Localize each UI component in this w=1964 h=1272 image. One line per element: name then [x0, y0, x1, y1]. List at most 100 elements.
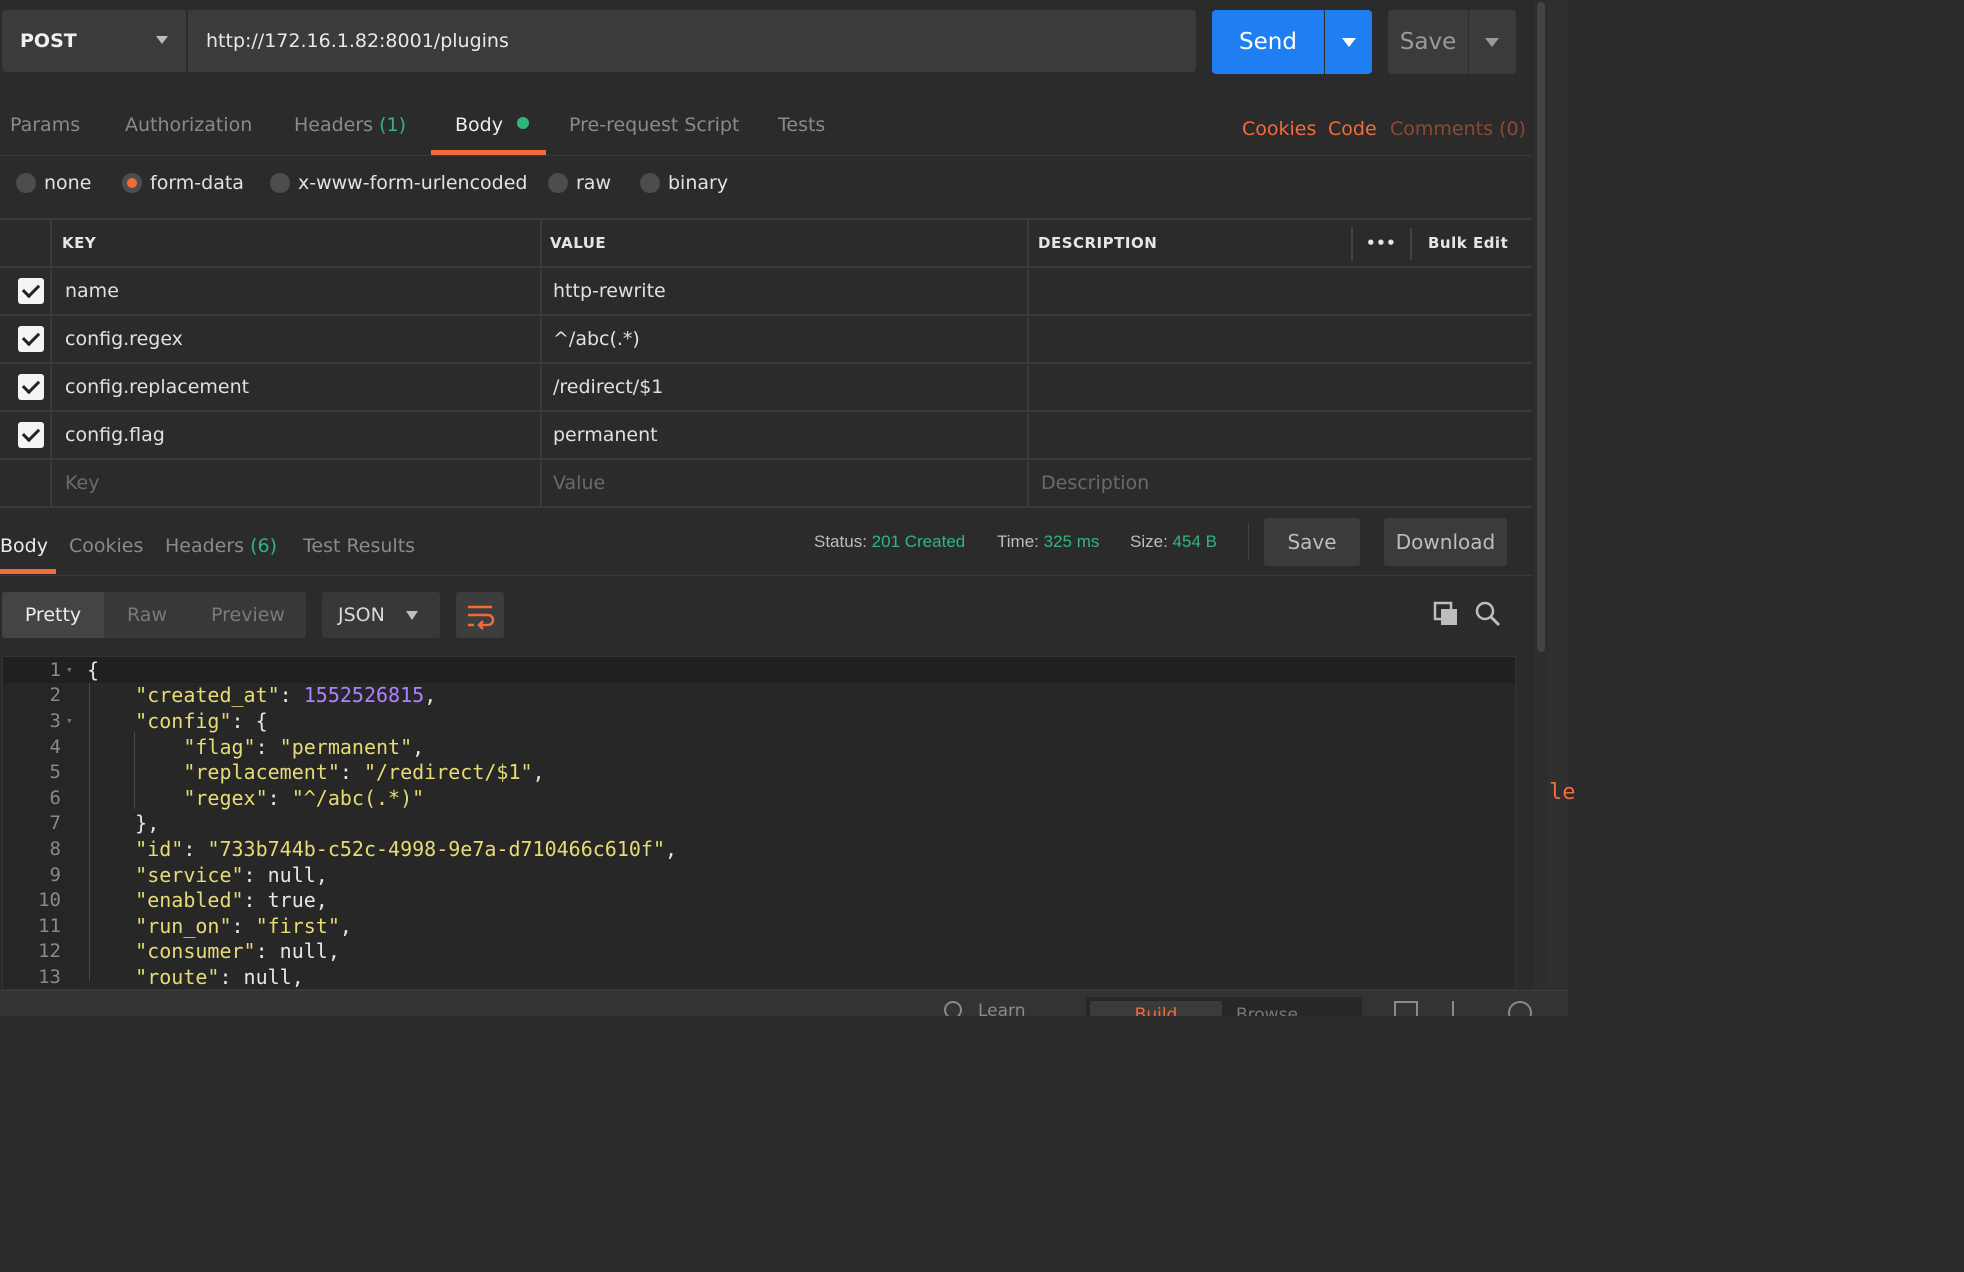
radio-circle — [16, 173, 36, 193]
send-button[interactable]: Send — [1212, 10, 1324, 74]
status-value: 201 Created — [871, 532, 966, 551]
row-checkbox[interactable] — [18, 326, 44, 352]
response-tab-body[interactable]: Body — [0, 535, 48, 557]
row-checkbox[interactable] — [18, 278, 44, 304]
build-browse-toggle: Build Browse — [1086, 997, 1362, 1016]
code-text: "enabled": true, — [135, 888, 328, 913]
value-cell[interactable]: /redirect/$1 — [553, 364, 663, 410]
value-cell[interactable]: permanent — [553, 412, 658, 458]
copy-button[interactable] — [1432, 600, 1460, 628]
chevron-down-icon — [1485, 38, 1499, 47]
line-number: 8 — [49, 837, 61, 860]
code-text: }, — [87, 811, 160, 836]
comments-link[interactable]: Comments (0) — [1390, 118, 1526, 140]
radio-circle — [548, 173, 568, 193]
key-cell[interactable]: config.replacement — [65, 364, 249, 410]
radio-form-data[interactable]: form-data — [122, 172, 244, 194]
wrap-lines-icon — [468, 605, 495, 630]
search-button[interactable] — [1474, 600, 1502, 628]
download-button[interactable]: Download — [1384, 518, 1507, 566]
layout-icon[interactable] — [1394, 1001, 1418, 1016]
save-request-button[interactable]: Save — [1388, 10, 1468, 74]
line-number: 1 — [49, 658, 61, 681]
tab-label: Body — [455, 114, 503, 136]
tab-label: Test Results — [303, 535, 416, 557]
save-response-button[interactable]: Save — [1264, 518, 1360, 566]
response-body-editor[interactable]: 1 ▾{2 "created_at": 1552526815, 3 ▾ "config… — [2, 656, 1516, 990]
build-mode-button[interactable]: Build — [1090, 1001, 1222, 1016]
fold-toggle-icon[interactable]: ▾ — [61, 714, 81, 727]
save-dropdown-button[interactable] — [1469, 10, 1516, 74]
description-column-header: DESCRIPTION — [1038, 234, 1158, 252]
response-tab-headers[interactable]: Headers (6) — [165, 535, 277, 557]
fold-toggle-icon[interactable]: ▾ — [61, 663, 81, 676]
radio-binary[interactable]: binary — [640, 172, 728, 194]
console-icon[interactable] — [1452, 1001, 1474, 1016]
new-key-input[interactable]: Key — [65, 460, 99, 506]
code-line: 8 "id": "733b744b-c52c-4998-9e7a-d710466… — [3, 836, 1515, 862]
table-row: name http-rewrite — [0, 268, 1532, 316]
tab-body[interactable]: Body — [455, 114, 530, 136]
value-cell[interactable]: http-rewrite — [553, 268, 666, 314]
new-value-input[interactable]: Value — [553, 460, 605, 506]
tab-pre-request-script[interactable]: Pre-request Script — [569, 114, 739, 136]
code-text: "replacement": "/redirect/$1", — [183, 760, 545, 785]
radio-label: form-data — [150, 172, 244, 194]
code-line: 12 "consumer": null, — [3, 939, 1515, 965]
url-input[interactable]: http://172.16.1.82:8001/plugins — [188, 10, 1196, 72]
learn-link[interactable]: Learn — [944, 1001, 1026, 1016]
code-link[interactable]: Code — [1328, 118, 1377, 140]
row-checkbox[interactable] — [18, 422, 44, 448]
help-icon[interactable] — [1508, 1001, 1532, 1016]
send-label: Send — [1239, 29, 1297, 55]
divider — [1248, 524, 1249, 560]
response-tab-test-results[interactable]: Test Results — [303, 535, 415, 557]
status-label: Status: — [814, 532, 867, 551]
radio-none[interactable]: none — [16, 172, 91, 194]
radio-label: x-www-form-urlencoded — [298, 172, 528, 194]
code-line: 6 "regex": "^/abc(.*)" — [3, 785, 1515, 811]
time-indicator: Time: 325 ms — [997, 532, 1099, 552]
send-dropdown-button[interactable] — [1325, 10, 1372, 74]
code-line: 9 "service": null, — [3, 862, 1515, 888]
line-number: 11 — [38, 914, 61, 937]
main-scrollbar[interactable] — [1534, 0, 1548, 990]
response-bar: Body Cookies Headers (6) Test Results St… — [0, 510, 1532, 576]
scroll-thumb[interactable] — [1537, 2, 1545, 652]
format-select[interactable]: JSON — [322, 592, 440, 638]
tab-headers[interactable]: Headers (1) — [294, 114, 406, 136]
browse-mode-button[interactable]: Browse — [1236, 1005, 1298, 1016]
size-value: 454 B — [1172, 532, 1217, 551]
radio-raw[interactable]: raw — [548, 172, 611, 194]
code-text: "regex": "^/abc(.*)" — [183, 785, 425, 810]
code-text: { — [87, 657, 100, 682]
code-text: "service": null, — [135, 862, 328, 887]
tab-params[interactable]: Params — [10, 114, 80, 136]
new-description-input[interactable]: Description — [1041, 460, 1149, 506]
value-cell[interactable]: ^/abc(.*) — [553, 316, 640, 362]
code-line: 3 ▾ "config": { — [3, 708, 1515, 734]
table-row: config.flag permanent — [0, 412, 1532, 460]
preview-view-button[interactable]: Preview — [190, 592, 306, 638]
wrap-lines-button[interactable] — [456, 592, 504, 638]
radio-x-www-form-urlencoded[interactable]: x-www-form-urlencoded — [270, 172, 527, 194]
tab-authorization[interactable]: Authorization — [125, 114, 252, 136]
tab-tests[interactable]: Tests — [778, 114, 825, 136]
view-mode-group: Pretty Raw Preview — [2, 592, 306, 638]
more-options-icon[interactable]: ••• — [1366, 220, 1396, 266]
status-indicator: Status: 201 Created — [814, 532, 965, 552]
key-cell[interactable]: name — [65, 268, 119, 314]
url-text: http://172.16.1.82:8001/plugins — [206, 30, 509, 52]
raw-view-button[interactable]: Raw — [104, 592, 190, 638]
row-checkbox[interactable] — [18, 374, 44, 400]
response-tab-cookies[interactable]: Cookies — [69, 535, 143, 557]
key-cell[interactable]: config.regex — [65, 316, 183, 362]
bulk-edit-link[interactable]: Bulk Edit — [1428, 220, 1508, 266]
key-cell[interactable]: config.flag — [65, 412, 165, 458]
cookies-link[interactable]: Cookies — [1242, 118, 1316, 140]
copy-icon — [1433, 601, 1457, 625]
method-select[interactable]: POST — [2, 10, 186, 72]
pretty-view-button[interactable]: Pretty — [2, 592, 104, 638]
line-number: 7 — [49, 812, 61, 835]
response-view-toolbar: Pretty Raw Preview JSON — [0, 590, 1532, 642]
